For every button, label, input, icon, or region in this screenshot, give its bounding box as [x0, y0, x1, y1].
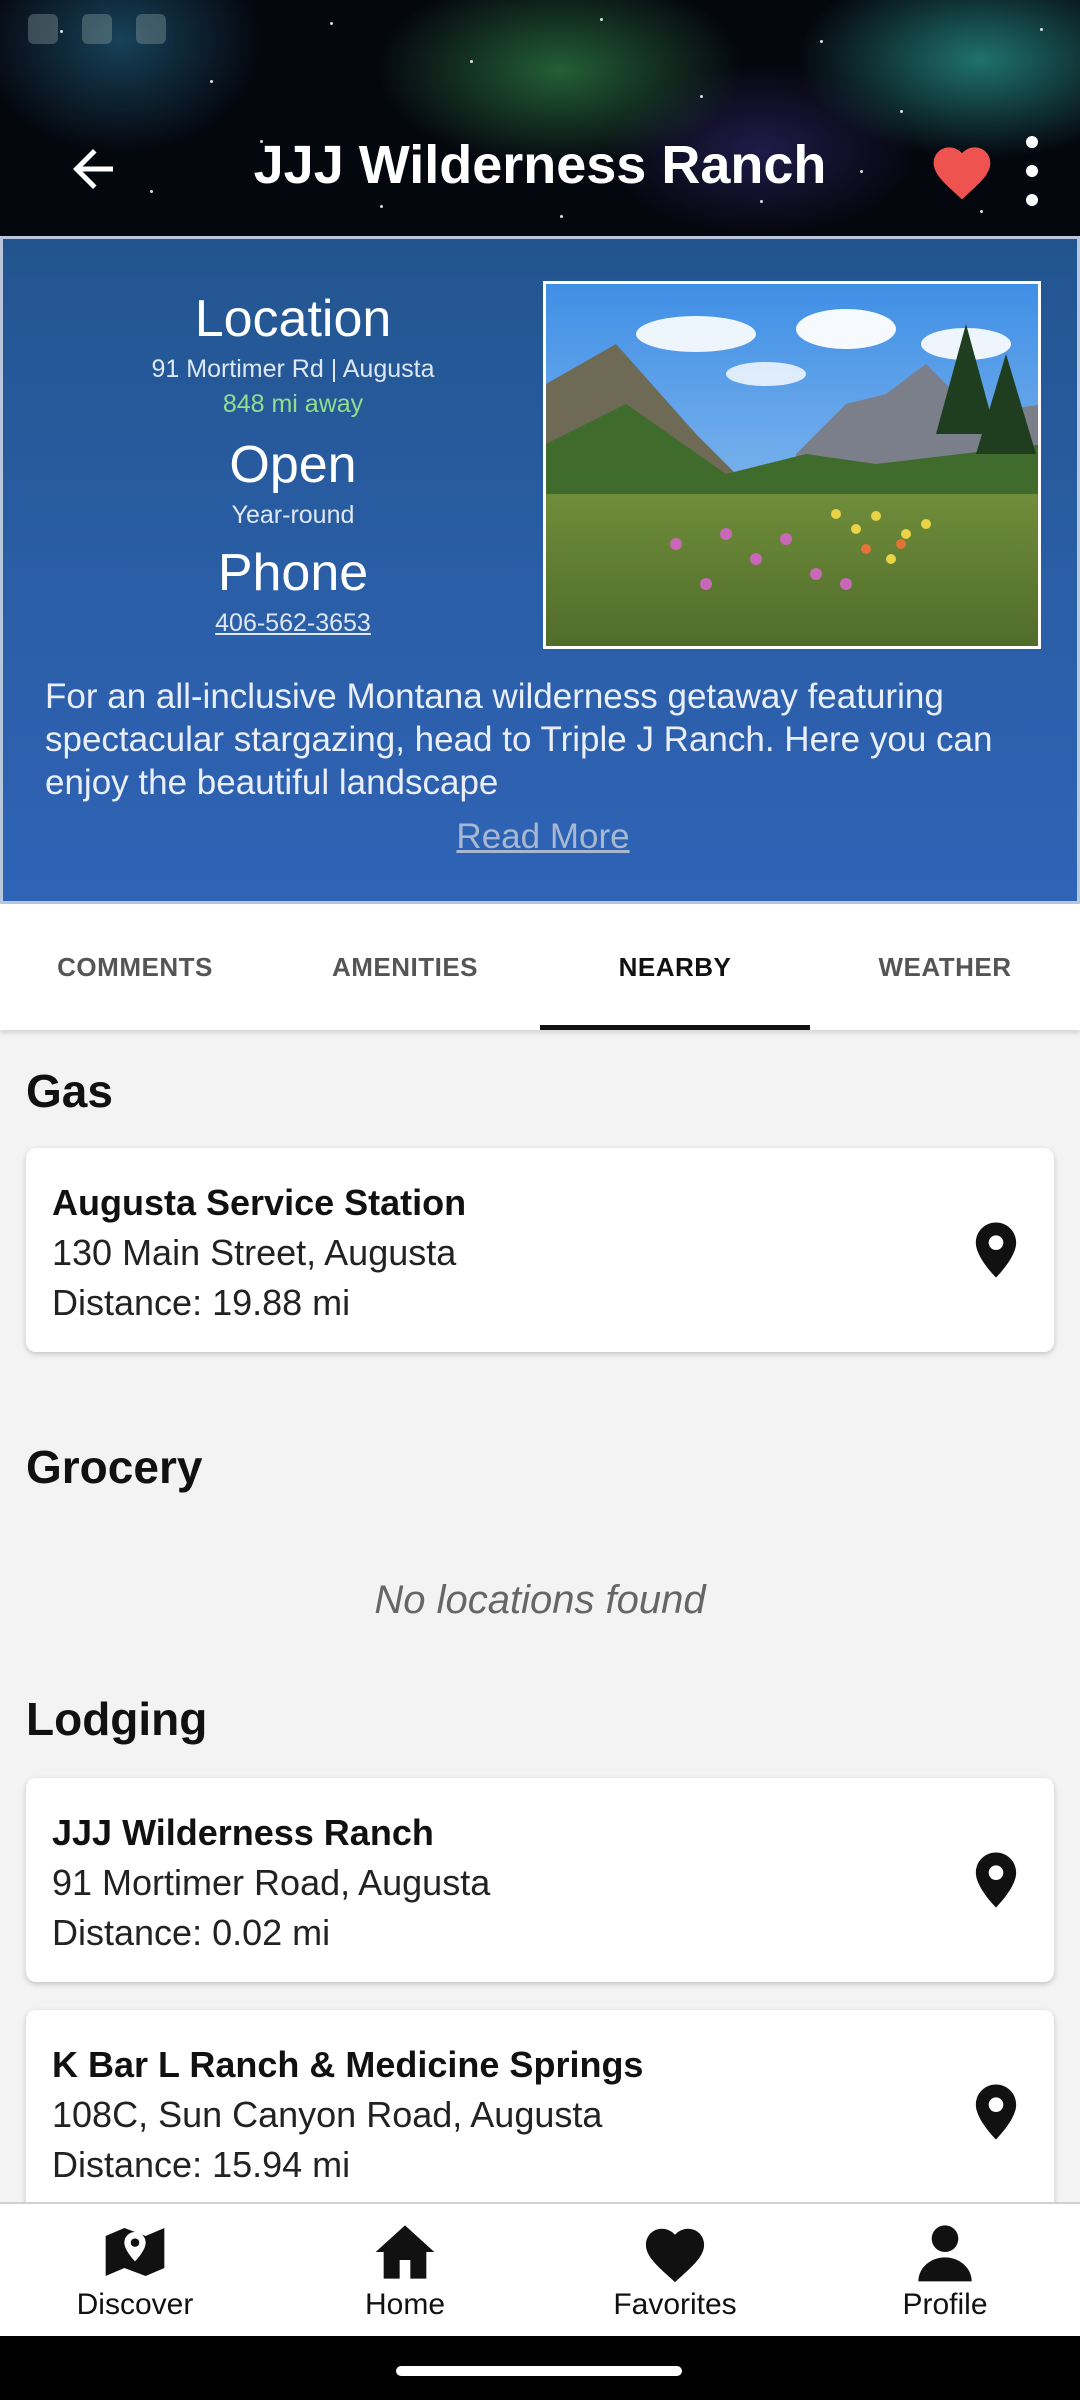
more-vert-icon — [1026, 136, 1038, 148]
place-name: K Bar L Ranch & Medicine Springs — [52, 2044, 644, 2085]
detail-tabs: COMMENTS AMENITIES NEARBY WEATHER — [0, 904, 1080, 1030]
place-distance: Distance: 15.94 mi — [52, 2144, 351, 2185]
status-bar-icons — [28, 14, 166, 44]
place-address: 91 Mortimer Road, Augusta — [52, 1862, 491, 1903]
location-photo[interactable] — [543, 281, 1041, 649]
empty-state-text: No locations found — [374, 1578, 706, 1622]
location-pin-icon[interactable] — [974, 2084, 1018, 2140]
location-pin-icon[interactable] — [974, 1222, 1018, 1278]
map-icon — [105, 2228, 165, 2276]
location-block: Location 91 Mortimer Rd | Augusta 848 mi… — [43, 289, 543, 419]
nav-favorites[interactable]: Favorites — [540, 2204, 810, 2336]
list-item[interactable]: K Bar L Ranch & Medicine Springs 108C, S… — [26, 2010, 1054, 2214]
phone-block: Phone 406-562-3653 — [43, 543, 543, 638]
person-icon — [918, 2225, 972, 2282]
nav-label: Home — [364, 2288, 446, 2321]
open-label: Open — [229, 436, 357, 494]
nav-profile[interactable]: Profile — [810, 2204, 1080, 2336]
status-icon — [28, 14, 58, 44]
place-address: 108C, Sun Canyon Road, Augusta — [52, 2094, 603, 2135]
more-vert-dot — [1026, 165, 1038, 177]
phone-label: Phone — [217, 544, 369, 602]
back-button[interactable] — [56, 132, 130, 206]
sim-status-icon — [136, 14, 166, 44]
tab-nearby[interactable]: NEARBY — [540, 904, 810, 1030]
description-text: For an all-inclusive Montana wilderness … — [45, 677, 993, 802]
favorite-button[interactable] — [928, 138, 996, 202]
distance-away-text: 848 mi away — [222, 390, 364, 418]
open-value: Year-round — [231, 501, 355, 529]
nav-home[interactable]: Home — [270, 2204, 540, 2336]
section-title-lodging: Lodging — [26, 1693, 208, 1745]
place-address: 130 Main Street, Augusta — [52, 1232, 457, 1273]
place-distance: Distance: 0.02 mi — [52, 1912, 331, 1953]
tab-weather[interactable]: WEATHER — [810, 904, 1080, 1030]
section-title-gas: Gas — [26, 1065, 113, 1117]
list-item[interactable]: JJJ Wilderness Ranch 91 Mortimer Road, A… — [26, 1778, 1054, 1982]
location-info-panel: Location 91 Mortimer Rd | Augusta 848 mi… — [0, 236, 1080, 904]
landscape-photo — [546, 284, 1038, 646]
system-navigation-bar — [0, 2336, 1080, 2400]
phone-link[interactable]: 406-562-3653 — [43, 609, 543, 638]
list-item[interactable]: Augusta Service Station 130 Main Street,… — [26, 1148, 1054, 1352]
tab-comments[interactable]: COMMENTS — [0, 904, 270, 1030]
location-pin-icon[interactable] — [974, 1852, 1018, 1908]
more-options-button[interactable] — [1018, 136, 1046, 206]
address-text: 91 Mortimer Rd | Augusta — [151, 355, 435, 383]
place-distance: Distance: 19.88 mi — [52, 1282, 351, 1323]
place-name: Augusta Service Station — [52, 1182, 467, 1223]
place-name: JJJ Wilderness Ranch — [52, 1812, 434, 1853]
page-title: JJJ Wilderness Ranch — [253, 135, 827, 195]
nav-discover[interactable]: Discover — [0, 2204, 270, 2336]
nav-label: Profile — [902, 2288, 988, 2321]
more-vert-dot — [1026, 194, 1038, 206]
app-header: JJJ Wilderness Ranch — [0, 0, 1080, 236]
open-block: Open Year-round — [43, 435, 543, 530]
nav-label: Discover — [76, 2288, 194, 2321]
heart-icon — [645, 2228, 705, 2283]
home-icon — [375, 2225, 435, 2279]
settings-status-icon — [82, 14, 112, 44]
bottom-navigation: Discover Home Favorites Profile — [0, 2202, 1080, 2336]
location-label: Location — [194, 290, 392, 348]
heart-icon — [933, 147, 991, 200]
arrow-left-icon — [73, 149, 113, 189]
nav-label: Favorites — [613, 2288, 737, 2321]
tab-amenities[interactable]: AMENITIES — [270, 904, 540, 1030]
read-more-link[interactable]: Read More — [3, 817, 1080, 857]
home-indicator[interactable] — [396, 2366, 682, 2376]
section-title-grocery: Grocery — [26, 1441, 203, 1493]
